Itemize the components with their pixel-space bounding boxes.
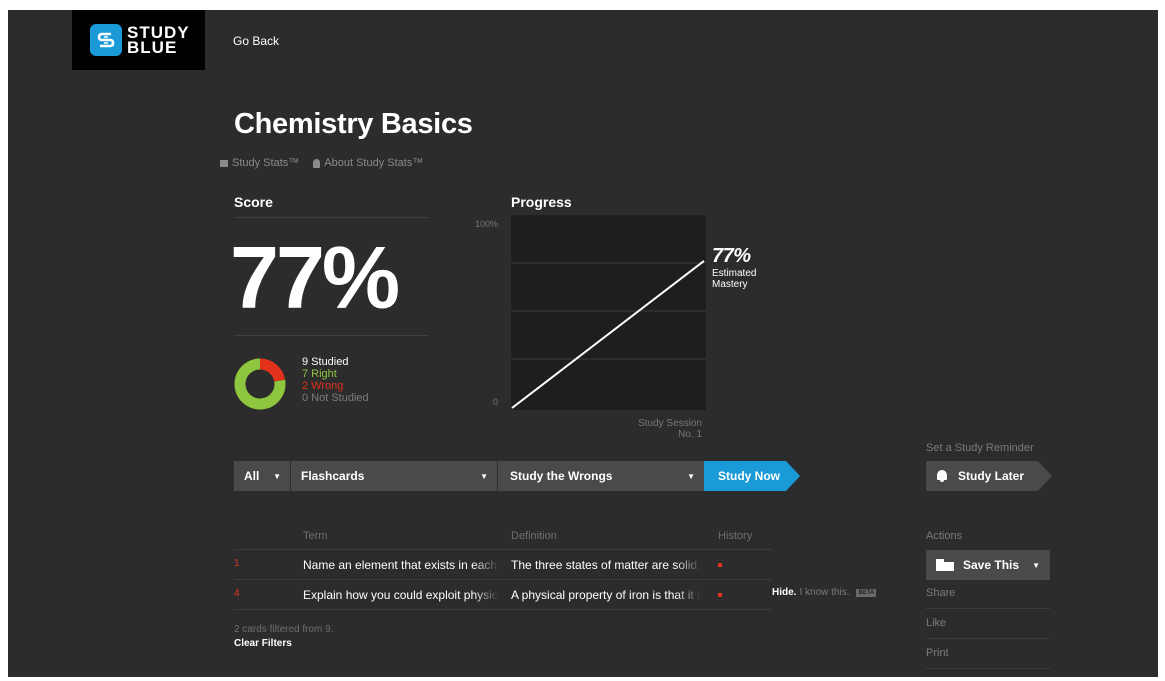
- study-later-label: Study Later: [958, 469, 1025, 483]
- bell-icon: [936, 470, 948, 482]
- score-divider-top: [234, 217, 428, 218]
- card-number: 4: [234, 588, 240, 599]
- x-caption-line-1: Study Session: [638, 418, 702, 429]
- filtered-note: 2 cards filtered from 9.: [234, 624, 334, 635]
- hide-card-control: Hide. I know this. BETA: [772, 587, 877, 598]
- filter-all-label: All: [244, 469, 260, 483]
- card-definition[interactable]: A physical property of iron is that it i…: [511, 588, 701, 602]
- table-row[interactable]: 1 Name an element that exists in each Th…: [234, 549, 772, 579]
- y-axis-bottom-label: 0: [492, 397, 498, 407]
- stats-links: Study Stats™ About Study Stats™: [220, 157, 423, 169]
- chevron-down-icon: ▼: [480, 471, 488, 481]
- card-definition[interactable]: The three states of matter are solid,: [511, 558, 701, 572]
- mastery-value: 77%: [712, 245, 751, 267]
- stats-icon: [220, 159, 228, 167]
- study-mode-label: Study the Wrongs: [510, 469, 613, 483]
- history-marker: [718, 563, 722, 567]
- score-divider-bottom: [234, 335, 428, 336]
- study-stats-link[interactable]: Study Stats™: [220, 157, 299, 169]
- score-value: 77%: [230, 228, 400, 327]
- actions-label: Actions: [926, 530, 963, 542]
- beta-badge: BETA: [856, 588, 877, 597]
- like-link[interactable]: Like: [926, 610, 1050, 639]
- study-mode-select[interactable]: Study the Wrongs ▼: [498, 461, 704, 491]
- donut-wrong-segment: [259, 358, 286, 382]
- definition-column-header: Definition: [511, 530, 557, 542]
- share-link[interactable]: Share: [926, 580, 1050, 609]
- progress-heading: Progress: [511, 194, 572, 210]
- progress-chart: 100% 0 77% Estimated Mastery Study Sessi…: [458, 215, 788, 455]
- print-link[interactable]: Print: [926, 640, 1050, 669]
- history-column-header: History: [718, 530, 753, 542]
- deck-title: Chemistry Basics: [234, 108, 473, 140]
- score-donut-chart: [234, 358, 286, 410]
- card-term[interactable]: Name an element that exists in each: [303, 558, 499, 572]
- card-term[interactable]: Explain how you could exploit physical: [303, 588, 499, 602]
- term-column-header: Term: [303, 530, 328, 542]
- y-axis-top-label: 100%: [474, 219, 498, 229]
- mastery-label-2: Mastery: [712, 279, 748, 290]
- hide-link[interactable]: Hide.: [772, 587, 796, 598]
- chevron-down-icon: ▼: [1032, 560, 1040, 570]
- about-stats-link[interactable]: About Study Stats™: [313, 157, 423, 169]
- save-this-label: Save This: [963, 558, 1020, 572]
- logo-mark-icon: [90, 24, 122, 56]
- history-marker: [718, 593, 722, 597]
- plot-background: [511, 215, 706, 410]
- table-bottom-border: [234, 609, 772, 610]
- study-later-button[interactable]: Study Later: [926, 461, 1052, 491]
- x-axis-caption: Study Session No. 1: [638, 418, 702, 440]
- go-back-link[interactable]: Go Back: [233, 34, 279, 48]
- study-now-button[interactable]: Study Now: [704, 461, 800, 491]
- filter-cards-select[interactable]: Flashcards ▼: [291, 461, 497, 491]
- reminder-label: Set a Study Reminder: [926, 442, 1034, 454]
- studyblue-logo[interactable]: STUDY BLUE: [72, 10, 205, 70]
- score-legend: 9 Studied 7 Right 2 Wrong 0 Not Studied: [302, 356, 369, 404]
- mastery-label-1: Estimated: [712, 268, 757, 279]
- lightbulb-icon: [313, 158, 321, 168]
- chevron-down-icon: ▼: [273, 471, 281, 481]
- clear-filters-link[interactable]: Clear Filters: [234, 638, 292, 649]
- score-heading: Score: [234, 194, 273, 210]
- about-stats-label: About Study Stats™: [324, 157, 424, 169]
- right-count: 7 Right: [302, 368, 337, 380]
- app-window: STUDY BLUE Go Back Chemistry Basics Stud…: [8, 10, 1158, 677]
- study-stats-label: Study Stats™: [232, 157, 300, 169]
- studied-count: 9 Studied: [302, 356, 349, 368]
- wrong-count: 2 Wrong: [302, 380, 344, 392]
- save-this-button[interactable]: Save This ▼: [926, 550, 1050, 580]
- filter-cards-label: Flashcards: [301, 469, 365, 483]
- folder-icon: [936, 559, 954, 571]
- know-this-label: I know this.: [799, 587, 850, 598]
- filter-all-select[interactable]: All ▼: [234, 461, 290, 491]
- progress-plot: [511, 215, 706, 410]
- chevron-down-icon: ▼: [687, 471, 695, 481]
- mastery-annotation: 77% Estimated Mastery: [712, 245, 756, 290]
- x-caption-line-2: No. 1: [678, 429, 702, 440]
- card-number: 1: [234, 558, 240, 569]
- not-studied-count: 0 Not Studied: [302, 392, 369, 404]
- table-row[interactable]: 4 Explain how you could exploit physical…: [234, 579, 772, 609]
- logo-text: STUDY BLUE: [127, 23, 190, 57]
